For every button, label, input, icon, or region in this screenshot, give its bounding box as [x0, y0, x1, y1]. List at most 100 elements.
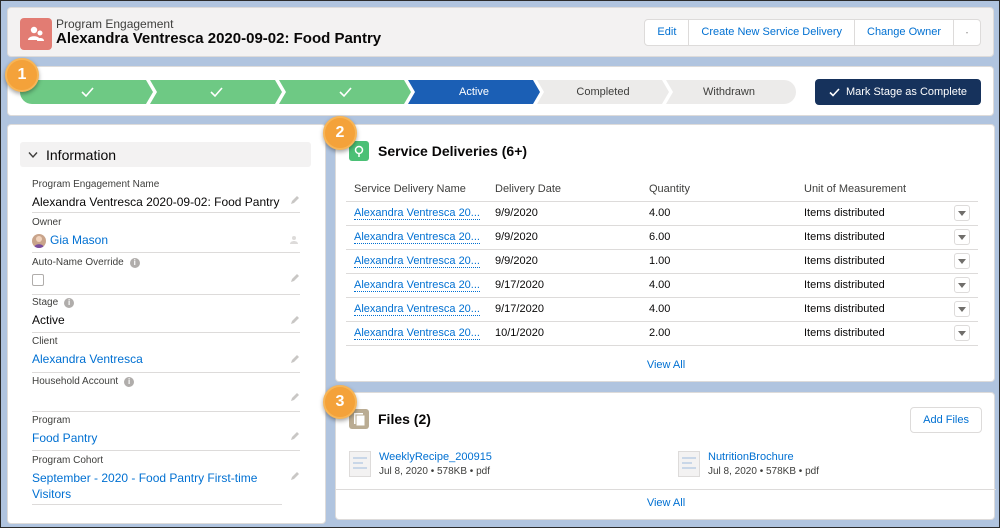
- table-row: Alexandra Ventresca 20... 9/17/2020 4.00…: [346, 273, 978, 298]
- delivery-date-cell: 9/17/2020: [487, 273, 641, 298]
- column-header[interactable]: Quantity: [641, 177, 796, 202]
- edit-button[interactable]: Edit: [645, 20, 690, 45]
- program-engagement-icon: [20, 18, 52, 50]
- callout-badge-1: 1: [5, 58, 39, 92]
- client-link[interactable]: Alexandra Ventresca: [32, 351, 300, 367]
- field-program: Program Food Pantry: [32, 415, 300, 451]
- service-delivery-link[interactable]: Alexandra Ventresca 20...: [354, 255, 480, 268]
- field-program-cohort: Program Cohort September - 2020 - Food P…: [32, 455, 299, 505]
- field-label: Client: [32, 336, 58, 347]
- path-stage-1[interactable]: [20, 80, 153, 104]
- column-header-actions: [942, 177, 978, 202]
- unit-cell: Items distributed: [796, 297, 942, 322]
- stage-path-bar: Active Completed Withdrawn Mark Stage as…: [7, 66, 994, 116]
- row-actions-dropdown[interactable]: [954, 325, 970, 341]
- field-value[interactable]: Gia Mason: [32, 232, 300, 248]
- info-icon[interactable]: i: [124, 376, 135, 387]
- row-actions-dropdown[interactable]: [954, 205, 970, 221]
- table-row: Alexandra Ventresca 20... 9/9/2020 6.00 …: [346, 225, 978, 250]
- quantity-cell: 4.00: [641, 297, 796, 322]
- chevron-down-icon: [958, 258, 966, 264]
- field-client: Client Alexandra Ventresca: [32, 336, 300, 373]
- column-header[interactable]: Unit of Measurement: [796, 177, 942, 202]
- table-row: Alexandra Ventresca 20... 10/1/2020 2.00…: [346, 321, 978, 346]
- row-actions-dropdown[interactable]: [954, 253, 970, 269]
- service-delivery-link[interactable]: Alexandra Ventresca 20...: [354, 327, 480, 340]
- information-section-header[interactable]: Information: [20, 142, 311, 167]
- info-icon[interactable]: i: [129, 257, 140, 268]
- pencil-icon[interactable]: [290, 354, 300, 364]
- check-icon: [829, 87, 840, 97]
- more-actions-dropdown[interactable]: [954, 20, 980, 45]
- delivery-date-cell: 9/17/2020: [487, 297, 641, 322]
- quantity-cell: 1.00: [641, 249, 796, 274]
- pencil-icon[interactable]: [290, 273, 300, 283]
- service-delivery-link[interactable]: Alexandra Ventresca 20...: [354, 303, 480, 316]
- information-panel: Information Program Engagement Name Alex…: [7, 124, 326, 524]
- change-owner-button[interactable]: Change Owner: [855, 20, 954, 45]
- record-header: Program Engagement Alexandra Ventresca 2…: [7, 7, 994, 57]
- stage-path: Active Completed Withdrawn: [20, 80, 796, 104]
- owner-link[interactable]: Gia Mason: [50, 233, 108, 247]
- path-stage-3[interactable]: [279, 80, 411, 104]
- file-item[interactable]: WeeklyRecipe_200915 Jul 8, 2020 • 578KB …: [349, 451, 492, 477]
- delivery-date-cell: 9/9/2020: [487, 225, 641, 250]
- chevron-down-icon: [28, 151, 38, 158]
- file-meta: Jul 8, 2020 • 578KB • pdf: [708, 466, 819, 477]
- file-item[interactable]: NutritionBrochure Jul 8, 2020 • 578KB • …: [678, 451, 819, 477]
- chevron-down-icon: [958, 330, 966, 336]
- service-delivery-link[interactable]: Alexandra Ventresca 20...: [354, 207, 480, 220]
- unit-cell: Items distributed: [796, 321, 942, 346]
- stage-label-completed: Completed: [576, 86, 630, 98]
- service-deliveries-view-all-link[interactable]: View All: [336, 359, 996, 371]
- pencil-icon[interactable]: [290, 431, 300, 441]
- mark-stage-complete-button[interactable]: Mark Stage as Complete: [815, 79, 981, 105]
- row-actions-dropdown[interactable]: [954, 301, 970, 317]
- field-label: Program: [32, 415, 71, 426]
- path-stage-2[interactable]: [150, 80, 282, 104]
- field-program-engagement-name: Program Engagement Name Alexandra Ventre…: [32, 179, 300, 213]
- pencil-icon[interactable]: [290, 392, 300, 402]
- stage-label-active: Active: [459, 86, 489, 98]
- avatar: [32, 233, 46, 248]
- callout-badge-2: 2: [323, 116, 357, 150]
- files-card: Files (2) Add Files WeeklyRecipe_200915 …: [335, 392, 996, 520]
- column-header[interactable]: Service Delivery Name: [346, 177, 487, 202]
- info-icon[interactable]: i: [64, 297, 75, 308]
- delivery-date-cell: 9/9/2020: [487, 249, 641, 274]
- field-label: Program Engagement Name: [32, 179, 160, 190]
- service-deliveries-table: Service Delivery Name Delivery Date Quan…: [346, 177, 978, 346]
- program-link[interactable]: Food Pantry: [32, 430, 300, 446]
- file-name-link[interactable]: WeeklyRecipe_200915: [379, 451, 492, 463]
- field-value: Active: [32, 313, 65, 327]
- add-files-button[interactable]: Add Files: [910, 407, 982, 433]
- unit-cell: Items distributed: [796, 249, 942, 274]
- quantity-cell: 2.00: [641, 321, 796, 346]
- column-header[interactable]: Delivery Date: [487, 177, 641, 202]
- create-new-service-delivery-button[interactable]: Create New Service Delivery: [689, 20, 855, 45]
- service-deliveries-title: Service Deliveries (6+): [378, 143, 528, 159]
- service-delivery-link[interactable]: Alexandra Ventresca 20...: [354, 231, 480, 244]
- pencil-icon[interactable]: [290, 195, 300, 205]
- file-name-link[interactable]: NutritionBrochure: [708, 451, 819, 463]
- field-label: Auto-Name Override i: [32, 257, 300, 268]
- files-view-all-link[interactable]: View All: [336, 497, 996, 509]
- change-owner-icon[interactable]: [290, 235, 300, 245]
- service-delivery-link[interactable]: Alexandra Ventresca 20...: [354, 279, 480, 292]
- field-stage: Stage i Active: [32, 297, 300, 333]
- row-actions-dropdown[interactable]: [954, 277, 970, 293]
- row-actions-dropdown[interactable]: [954, 229, 970, 245]
- record-title: Alexandra Ventresca 2020-09-02: Food Pan…: [56, 30, 382, 47]
- field-owner: Owner Gia Mason: [32, 217, 300, 253]
- program-cohort-link[interactable]: September - 2020 - Food Pantry First-tim…: [32, 470, 282, 502]
- pencil-icon[interactable]: [290, 315, 300, 325]
- callout-badge-3: 3: [323, 385, 357, 419]
- chevron-down-icon: [958, 210, 966, 216]
- mark-stage-complete-label: Mark Stage as Complete: [845, 86, 968, 98]
- delivery-date-cell: 10/1/2020: [487, 321, 641, 346]
- pencil-icon[interactable]: [290, 471, 300, 481]
- stage-label-withdrawn: Withdrawn: [703, 86, 755, 98]
- quantity-cell: 6.00: [641, 225, 796, 250]
- auto-name-override-checkbox: [32, 274, 44, 286]
- object-type-label: Program Engagement: [56, 17, 174, 31]
